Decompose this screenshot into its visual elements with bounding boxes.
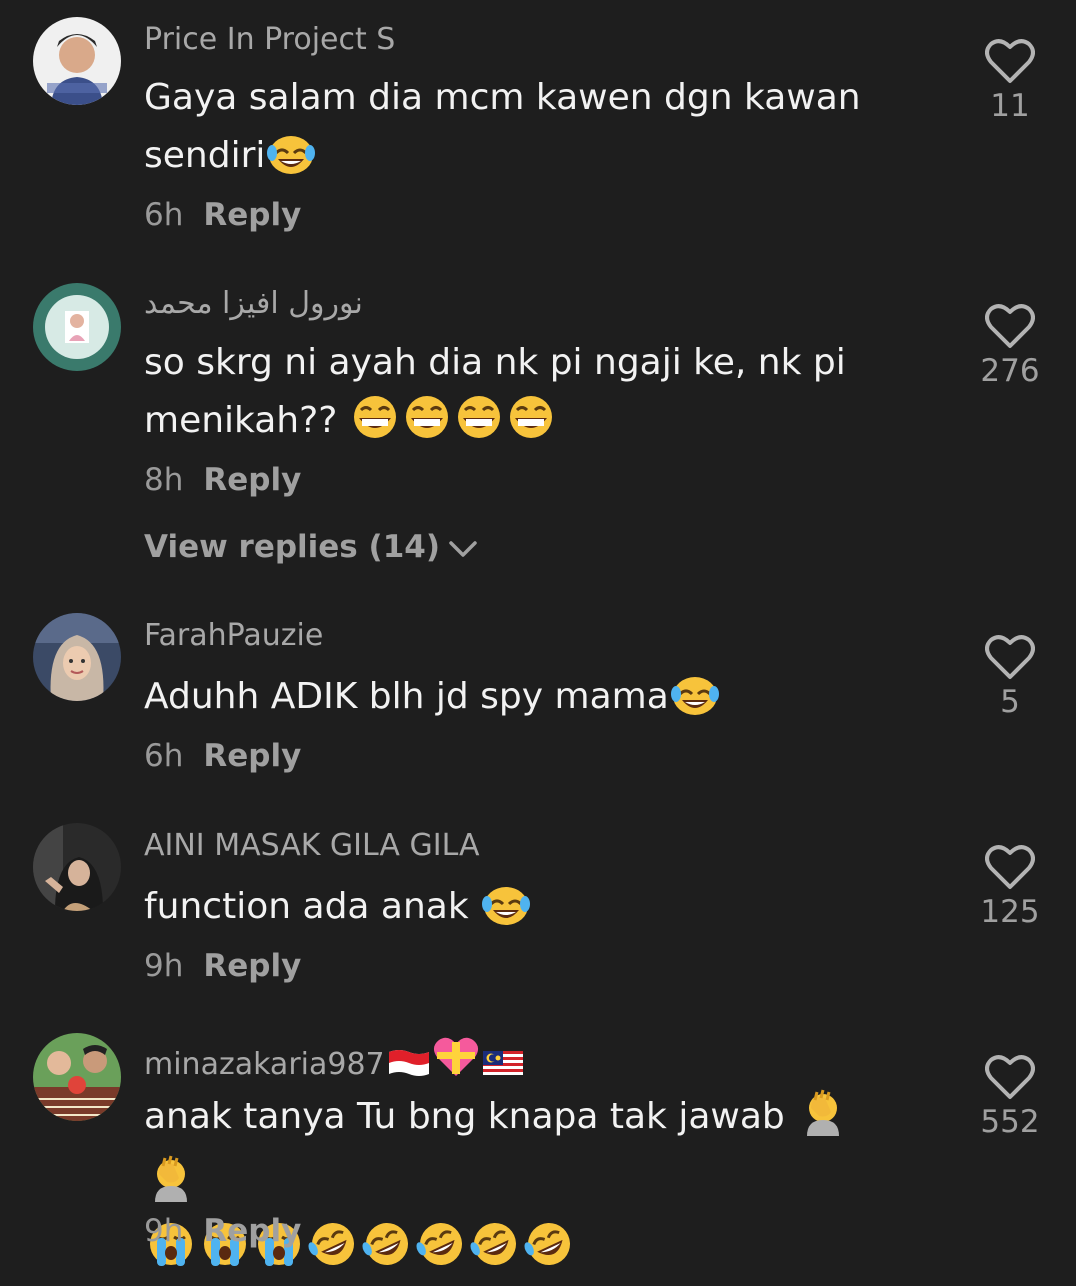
comment-text: so skrg ni ayah dia nk pi ngaji ke, nk p… [144,334,904,458]
grinning-emoji [350,394,400,458]
rofl-emoji [469,1220,521,1286]
like-count: 276 [980,353,1040,389]
reply-button[interactable]: Reply [203,738,301,774]
avatar[interactable] [33,613,121,701]
timestamp: 6h [144,197,184,233]
like-button[interactable]: 5 [970,634,1050,722]
avatar[interactable] [33,1033,121,1121]
like-button[interactable]: 11 [970,38,1050,126]
like-button[interactable]: 276 [970,303,1050,391]
reply-button[interactable]: Reply [203,197,301,233]
heart-icon [985,39,1035,83]
like-count: 125 [980,894,1040,930]
facepalm-emoji [797,1088,849,1154]
reply-button[interactable]: Reply [203,462,301,498]
timestamp: 6h [144,738,184,774]
malaysia-flag-icon [481,1048,525,1089]
rofl-emoji [307,1220,359,1286]
username[interactable]: Price In Project S [144,20,395,60]
avatar[interactable] [33,823,121,911]
username[interactable]: نورول افيزا محمد [144,284,363,324]
rofl-emoji [523,1220,575,1286]
laughing-tears-emoji [266,131,316,193]
reply-button[interactable]: Reply [203,1213,301,1249]
comment-text: Gaya salam dia mcm kawen dgn kawan sendi… [144,69,904,193]
laughing-tears-emoji [481,882,531,944]
username[interactable]: minazakaria987 [144,1036,525,1089]
username[interactable]: AINI MASAK GILA GILA [144,826,480,866]
comment-meta: 6h Reply [144,736,301,776]
like-button[interactable]: 552 [970,1054,1050,1142]
heart-icon [985,845,1035,889]
grinning-emoji [402,394,452,458]
heart-icon [985,304,1035,348]
comment-text: Aduhh ADIK blh jd spy mama [144,668,904,734]
reply-button[interactable]: Reply [203,948,301,984]
rofl-emoji [361,1220,413,1286]
like-count: 5 [1000,684,1020,720]
grinning-emoji [506,394,556,458]
avatar[interactable] [33,17,121,105]
view-replies-label: View replies (14) [144,529,441,565]
like-count: 11 [990,88,1030,124]
comment-meta: 8h Reply [144,460,301,500]
heart-icon [985,635,1035,679]
comment-meta: 9h Reply [144,946,301,986]
timestamp: 9h [144,948,184,984]
indonesia-flag-icon [387,1048,431,1089]
username[interactable]: FarahPauzie [144,616,323,656]
like-count: 552 [980,1104,1040,1140]
comment-meta: 6h Reply [144,195,301,235]
comment-text: function ada anak [144,878,904,944]
heart-gift-icon [433,1036,479,1089]
view-replies-button[interactable]: View replies (14) [144,527,478,569]
grinning-emoji [454,394,504,458]
chevron-down-icon [448,529,478,569]
comment-meta: 9h Reply [144,1211,301,1251]
heart-icon [985,1055,1035,1099]
avatar[interactable] [33,283,121,371]
laughing-tears-emoji [670,672,720,734]
timestamp: 8h [144,462,184,498]
timestamp: 9h [144,1213,184,1249]
rofl-emoji [415,1220,467,1286]
like-button[interactable]: 125 [970,844,1050,932]
comment-text: anak tanya Tu bng knapa tak jawab [144,1088,904,1286]
